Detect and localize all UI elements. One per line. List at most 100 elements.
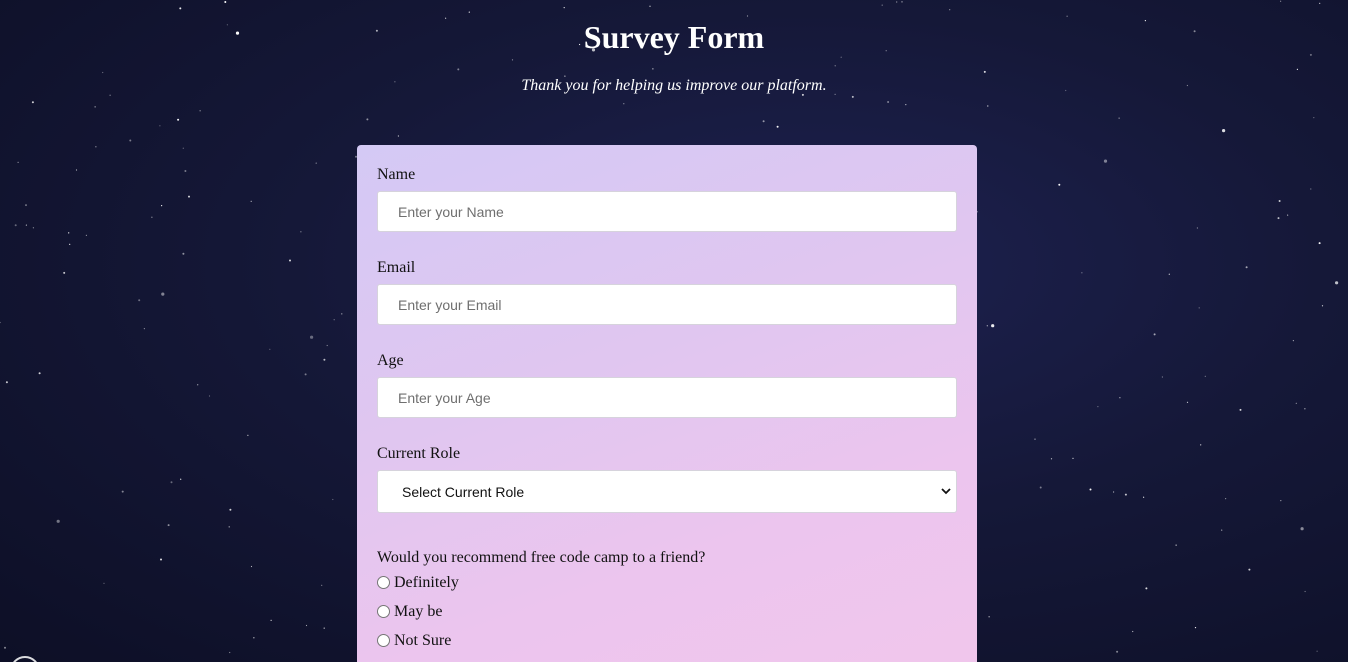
survey-form: Name Email Age Current Role Select Curre… <box>357 145 977 662</box>
star <box>315 162 317 164</box>
star <box>1278 200 1281 202</box>
star <box>321 584 323 586</box>
star <box>851 95 854 98</box>
star <box>988 616 990 618</box>
star <box>1196 227 1198 229</box>
email-label: Email <box>377 259 416 276</box>
page-title: Survey Form <box>583 19 765 55</box>
radio-option-definitely[interactable]: Definitely <box>377 573 459 593</box>
star <box>197 384 199 386</box>
star <box>102 71 104 74</box>
star <box>905 104 907 106</box>
star <box>1304 590 1306 593</box>
star <box>1161 376 1163 378</box>
star <box>881 4 883 6</box>
star <box>1103 159 1108 163</box>
star <box>333 319 335 321</box>
star <box>776 125 779 128</box>
star <box>224 1 227 3</box>
star <box>762 120 765 123</box>
radio-button-icon[interactable] <box>377 575 390 589</box>
star <box>177 118 180 121</box>
star <box>511 59 514 61</box>
star <box>188 195 190 198</box>
star <box>229 508 232 511</box>
star <box>1118 117 1120 119</box>
star <box>341 313 343 315</box>
role-label: Current Role <box>377 445 461 462</box>
star <box>170 481 173 484</box>
star <box>1221 529 1223 531</box>
star <box>1039 486 1042 489</box>
role-select[interactable]: Select Current Role <box>377 470 957 513</box>
star <box>25 224 27 226</box>
email-input[interactable] <box>377 284 957 325</box>
star <box>304 373 307 376</box>
star <box>1310 188 1312 190</box>
star <box>901 1 903 3</box>
star <box>129 139 132 142</box>
star <box>468 11 470 13</box>
radio-option-not-sure[interactable]: Not Sure <box>377 631 451 651</box>
radio-option-maybe[interactable]: May be <box>377 602 442 622</box>
star <box>1287 214 1289 216</box>
star <box>182 252 185 255</box>
age-input[interactable] <box>377 377 957 418</box>
star <box>199 110 201 112</box>
star <box>25 204 27 207</box>
star <box>138 299 141 302</box>
star <box>1186 401 1189 403</box>
page-description: Thank you for helping us improve our pla… <box>521 77 827 94</box>
star <box>1097 406 1099 408</box>
star <box>103 582 105 584</box>
star <box>397 135 399 137</box>
star <box>991 324 995 328</box>
star <box>151 216 153 218</box>
star <box>1089 488 1092 491</box>
star <box>1113 491 1115 493</box>
star <box>887 101 890 103</box>
star <box>161 292 165 296</box>
star <box>250 200 252 202</box>
star <box>184 170 187 172</box>
name-label: Name <box>377 166 416 183</box>
star <box>1225 498 1227 500</box>
star <box>161 205 163 207</box>
star <box>75 169 78 171</box>
star <box>95 146 97 148</box>
radio-button-icon[interactable] <box>377 633 390 647</box>
star <box>31 101 34 104</box>
star <box>38 372 41 375</box>
star <box>69 243 71 245</box>
star <box>63 271 66 274</box>
star <box>834 65 836 67</box>
star <box>179 7 182 10</box>
star <box>121 490 124 493</box>
star <box>1222 129 1226 133</box>
star <box>1335 281 1339 285</box>
star <box>1245 266 1248 269</box>
star <box>32 227 35 229</box>
star <box>1194 627 1197 629</box>
star <box>269 348 271 350</box>
star <box>1143 496 1145 498</box>
star <box>949 9 951 11</box>
star <box>1304 408 1306 410</box>
star <box>143 328 145 330</box>
star <box>896 1 898 3</box>
star <box>1280 500 1282 502</box>
role-select-value: Select Current Role <box>402 484 525 500</box>
star <box>1050 458 1053 460</box>
star <box>563 7 565 9</box>
name-input[interactable] <box>377 191 957 232</box>
star <box>85 234 87 236</box>
star <box>228 526 230 528</box>
star <box>332 498 334 501</box>
star <box>5 381 8 384</box>
star <box>1081 272 1083 274</box>
radio-button-icon[interactable] <box>377 604 390 618</box>
star <box>649 5 651 7</box>
star <box>1124 493 1127 496</box>
star <box>1072 457 1074 459</box>
star <box>1198 307 1200 309</box>
